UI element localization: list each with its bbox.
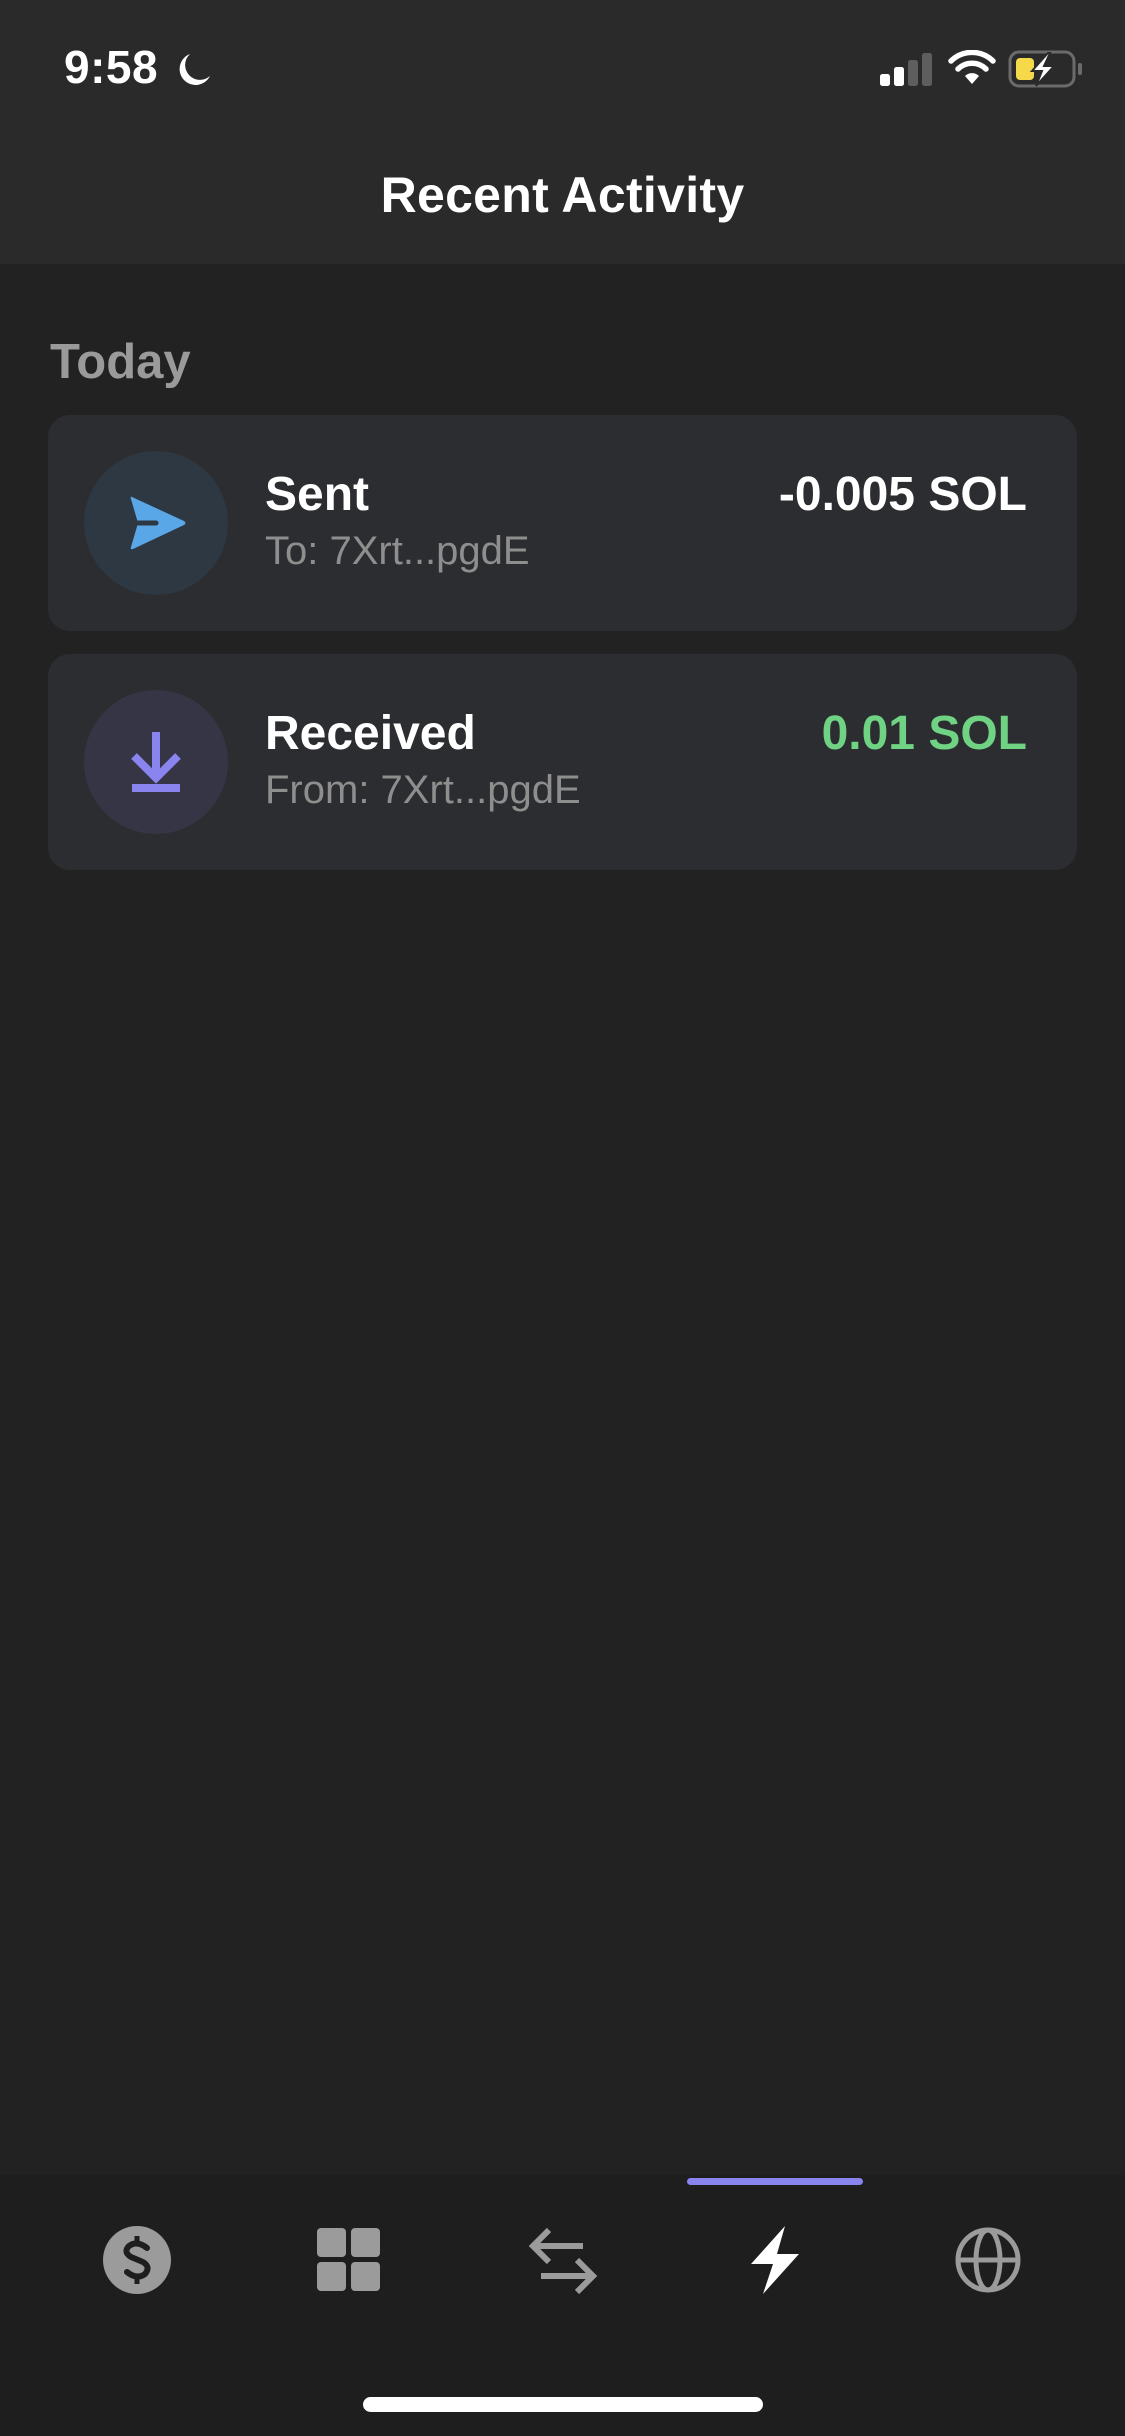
transaction-counterparty: To: 7Xrt...pgdE bbox=[265, 529, 530, 573]
tab-swap[interactable] bbox=[488, 2210, 638, 2310]
wifi-icon bbox=[948, 50, 996, 84]
transaction-amount: 0.01 SOL bbox=[821, 707, 1027, 760]
battery-charging-icon bbox=[1008, 50, 1082, 88]
tab-activity[interactable] bbox=[700, 2210, 850, 2310]
transaction-icon-badge bbox=[84, 690, 228, 834]
send-icon bbox=[130, 496, 186, 550]
transaction-type: Sent bbox=[265, 468, 370, 521]
dollar-circle-icon bbox=[103, 2226, 171, 2294]
transaction-counterparty: From: 7Xrt...pgdE bbox=[265, 768, 581, 812]
grid-icon bbox=[317, 2228, 380, 2291]
download-icon bbox=[131, 732, 181, 792]
signal-bar-2 bbox=[894, 67, 904, 86]
active-tab-indicator bbox=[687, 2178, 863, 2185]
lightning-icon bbox=[751, 2226, 799, 2294]
screen: 9:58 Recent Activity Today Sent To: 7Xrt… bbox=[0, 0, 1125, 2436]
header: 9:58 Recent Activity bbox=[0, 0, 1125, 264]
transaction-amount: -0.005 SOL bbox=[778, 468, 1027, 521]
section-label-today: Today bbox=[50, 335, 191, 389]
moon-icon bbox=[179, 54, 210, 85]
tab-browser[interactable] bbox=[913, 2210, 1063, 2310]
transaction-row-received[interactable]: Received From: 7Xrt...pgdE 0.01 SOL bbox=[48, 654, 1077, 870]
signal-bar-1 bbox=[880, 74, 890, 86]
transaction-icon-badge bbox=[84, 451, 228, 595]
signal-icon bbox=[880, 53, 932, 86]
home-indicator[interactable] bbox=[363, 2397, 763, 2412]
signal-bar-4 bbox=[922, 53, 932, 86]
page-title: Recent Activity bbox=[380, 167, 745, 223]
status-time: 9:58 bbox=[64, 41, 159, 93]
swap-arrows-icon bbox=[528, 2227, 598, 2295]
transaction-type: Received bbox=[265, 707, 476, 760]
signal-bar-3 bbox=[908, 60, 918, 86]
transaction-row-sent[interactable]: Sent To: 7Xrt...pgdE -0.005 SOL bbox=[48, 415, 1077, 631]
tab-wallet[interactable] bbox=[62, 2210, 212, 2310]
globe-icon bbox=[955, 2227, 1021, 2293]
status-bar: 9:58 bbox=[0, 0, 1125, 140]
tab-collectibles[interactable] bbox=[274, 2210, 424, 2310]
